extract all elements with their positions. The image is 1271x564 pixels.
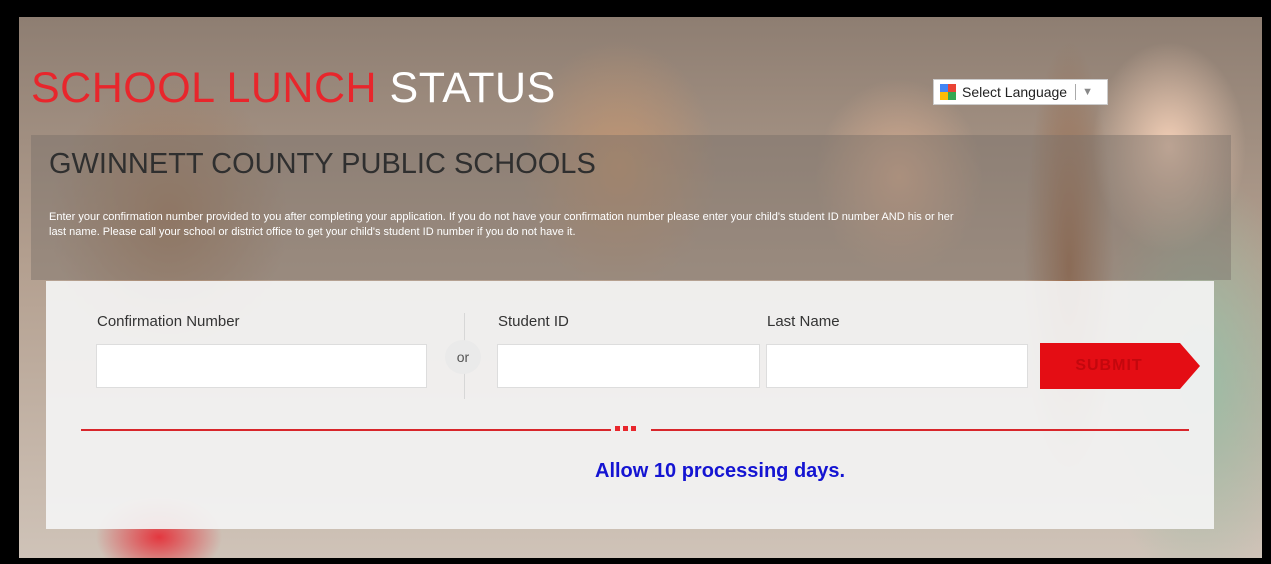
processing-notice: Allow 10 processing days.: [595, 460, 846, 482]
last-name-label: Last Name: [767, 313, 840, 330]
district-name: GWINNETT COUNTY PUBLIC SCHOOLS: [49, 148, 596, 180]
confirmation-number-input[interactable]: [96, 344, 427, 388]
divider-line-right: [651, 429, 1189, 431]
last-name-input[interactable]: [766, 344, 1028, 388]
title-red-part: SCHOOL LUNCH: [31, 64, 378, 112]
language-selector-divider: [1075, 84, 1077, 100]
language-selector-label: Select Language: [962, 84, 1068, 100]
language-selector[interactable]: Select Language ▼: [933, 79, 1108, 105]
divider-dots-icon: [615, 426, 636, 431]
hero-background: SCHOOL LUNCH STATUS Select Language ▼ GW…: [19, 17, 1262, 558]
instructions-text: Enter your confirmation number provided …: [49, 211, 954, 238]
student-id-input[interactable]: [497, 344, 760, 388]
page-frame: SCHOOL LUNCH STATUS Select Language ▼ GW…: [0, 0, 1271, 564]
divider-line-left: [81, 429, 611, 431]
title-white-part: STATUS: [389, 64, 556, 112]
student-id-label: Student ID: [498, 313, 569, 330]
or-divider-badge: or: [445, 340, 481, 374]
google-translate-icon: [940, 84, 956, 100]
confirmation-number-label: Confirmation Number: [97, 313, 240, 330]
dropdown-arrow-icon[interactable]: ▼: [1082, 86, 1093, 98]
submit-button[interactable]: SUBMIT: [1040, 343, 1200, 389]
page-title: SCHOOL LUNCH STATUS: [31, 63, 556, 113]
